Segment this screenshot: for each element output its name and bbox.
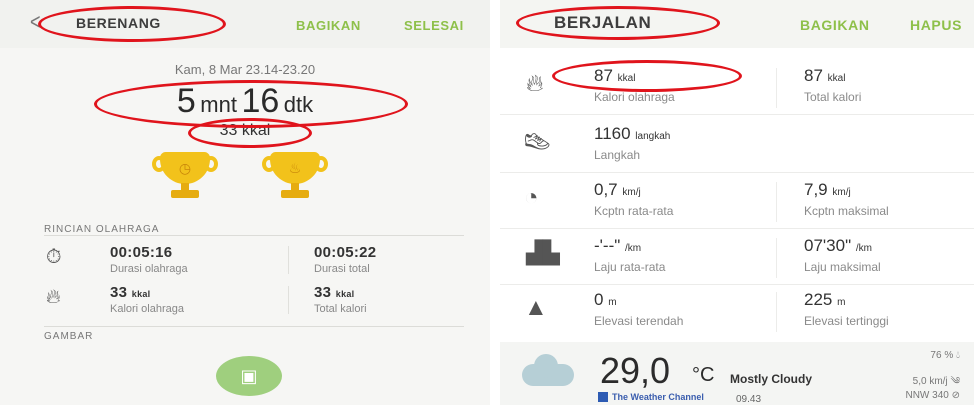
- shoe-icon: 👟︎: [522, 129, 553, 156]
- weather-channel-logo: [598, 392, 608, 402]
- total-calories-value: 87 kkal: [804, 66, 846, 85]
- min-elevation-label: Elevasi terendah: [594, 314, 684, 328]
- annotation-ellipse: [516, 6, 720, 40]
- steps-label: Langkah: [594, 148, 641, 162]
- flame-icon: 🔥︎: [526, 70, 544, 97]
- max-elevation-value: 225 m: [804, 290, 846, 309]
- fire-trophy-icon: ♨: [262, 152, 328, 202]
- flame-icon: 🔥︎: [46, 286, 61, 308]
- compass-icon: ⊘: [951, 390, 960, 401]
- road-icon: ▟▙: [526, 240, 560, 265]
- stopwatch-icon: ⏱: [46, 246, 62, 268]
- weather-condition: Mostly Cloudy: [730, 372, 813, 386]
- avg-speed-label: Kcptn rata-rata: [594, 204, 674, 218]
- avg-pace-value: -'--" /km: [594, 236, 642, 255]
- max-speed-label: Kcptn maksimal: [804, 204, 889, 218]
- max-elevation-label: Elevasi tertinggi: [804, 314, 889, 328]
- temperature-value: 29,0: [600, 350, 671, 391]
- weather-time: 09.43: [736, 394, 762, 405]
- done-button[interactable]: SELESAI: [404, 18, 464, 33]
- cloud-icon: [522, 354, 574, 386]
- max-pace-label: Laju maksimal: [804, 260, 881, 274]
- annotation-ellipse: [552, 60, 742, 92]
- annotation-ellipse: [38, 6, 226, 42]
- wind-icon: ༄: [950, 376, 960, 387]
- avg-speed-value: 0,7 km/j: [594, 180, 641, 199]
- stat-workout-duration: 00:05:16 Durasi olahraga: [110, 244, 188, 275]
- stat-total-calories: 33 kkal Total kalori: [314, 284, 367, 315]
- exercise-calories-label: Kalori olahraga: [594, 90, 675, 104]
- wind-direction-value: NNW 340 ⊘: [905, 390, 960, 401]
- workout-date: Kam, 8 Mar 23.14-23.20: [174, 62, 316, 77]
- total-calories-label: Total kalori: [804, 90, 862, 104]
- mountain-icon: ▲: [524, 294, 548, 321]
- stopwatch-trophy-icon: ◷: [152, 152, 218, 202]
- share-button[interactable]: BAGIKAN: [296, 18, 361, 33]
- max-pace-value: 07'30" /km: [804, 236, 872, 255]
- swimming-panel: < BERENANG BAGIKAN SELESAI Kam, 8 Mar 23…: [0, 0, 490, 405]
- stat-total-duration: 00:05:22 Durasi total: [314, 244, 377, 275]
- humidity-value: 76 % 💧︎: [930, 350, 960, 361]
- images-section-title: GAMBAR: [44, 331, 94, 342]
- steps-value: 1160 langkah: [594, 124, 671, 143]
- temperature-unit: °C: [692, 364, 715, 386]
- speedometer-icon: ◔: [524, 184, 539, 211]
- weather-provider: The Weather Channel: [612, 392, 704, 402]
- share-button[interactable]: BAGIKAN: [800, 17, 870, 33]
- walking-panel: BERJALAN BAGIKAN HAPUS 🔥︎ 87 kkal Kalori…: [500, 0, 974, 405]
- details-section-title: RINCIAN OLAHRAGA: [44, 224, 160, 235]
- stat-workout-calories: 33 kkal Kalori olahraga: [110, 284, 184, 315]
- weather-panel: 29,0 °C Mostly Cloudy The Weather Channe…: [500, 342, 974, 405]
- droplet-icon: 💧︎: [956, 350, 960, 361]
- gallery-icon[interactable]: ▣: [216, 356, 282, 396]
- delete-button[interactable]: HAPUS: [910, 17, 962, 33]
- min-elevation-value: 0 m: [594, 290, 617, 309]
- annotation-ellipse: [188, 118, 312, 148]
- max-speed-value: 7,9 km/j: [804, 180, 851, 199]
- avg-pace-label: Laju rata-rata: [594, 260, 666, 274]
